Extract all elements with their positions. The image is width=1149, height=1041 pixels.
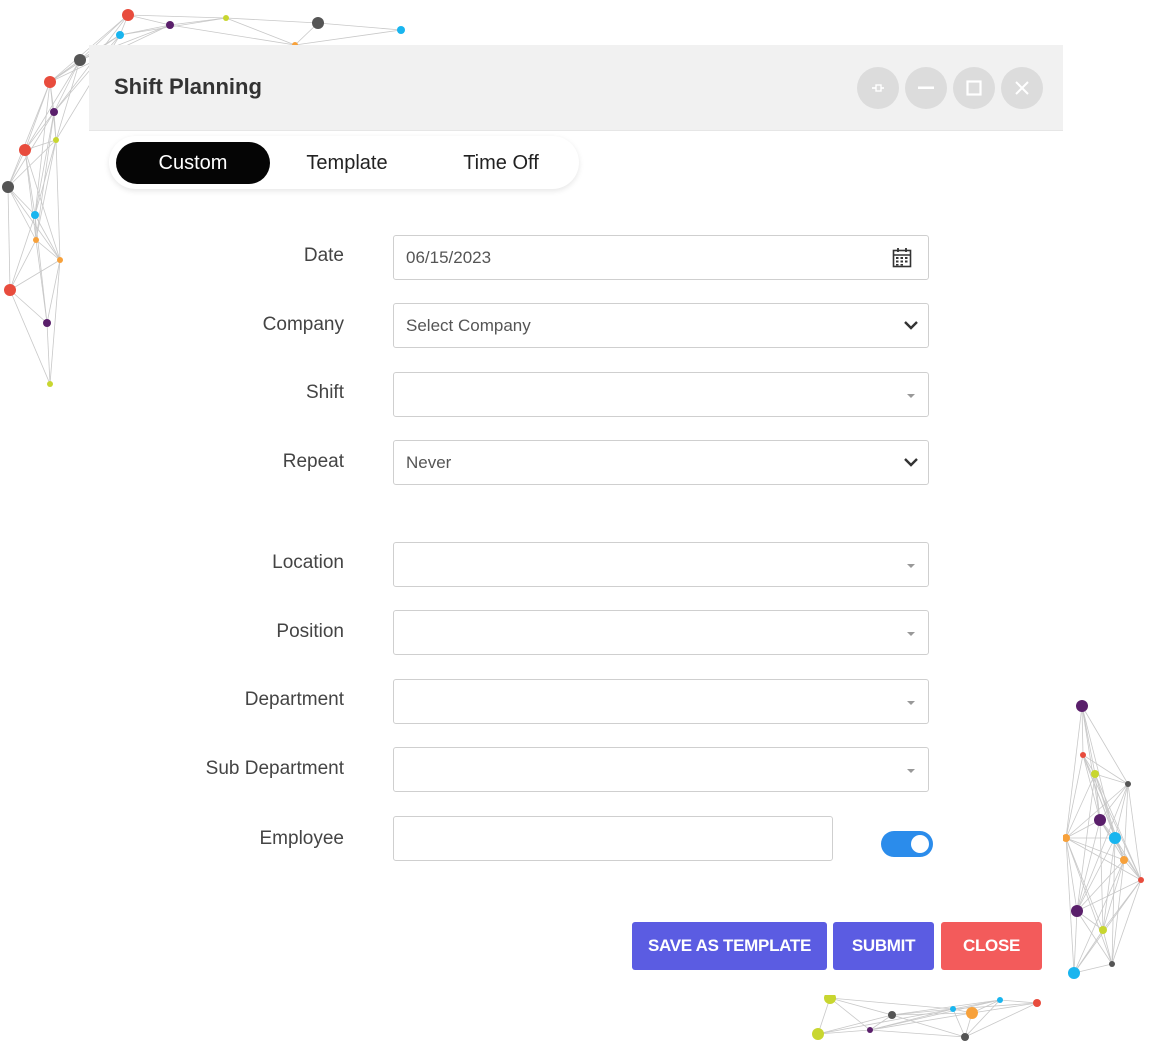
shift-select[interactable] <box>393 372 929 417</box>
minimize-button[interactable] <box>905 67 947 109</box>
sub-department-select[interactable] <box>393 747 929 792</box>
date-input[interactable]: 06/15/2023 <box>393 235 929 280</box>
caret-down-icon <box>907 564 915 568</box>
sub-department-label: Sub Department <box>205 758 344 779</box>
location-label: Location <box>272 552 344 573</box>
shift-label: Shift <box>305 382 344 403</box>
window-titlebar: Shift Planning <box>89 45 1063 131</box>
date-value: 06/15/2023 <box>406 248 492 267</box>
chevron-down-icon <box>904 321 918 330</box>
caret-down-icon <box>907 394 915 398</box>
tab-template[interactable]: Template <box>270 142 424 184</box>
pin-button[interactable] <box>857 67 899 109</box>
save-as-template-button[interactable]: SAVE AS TEMPLATE <box>632 922 827 970</box>
position-label: Position <box>276 621 344 642</box>
submit-button[interactable]: SUBMIT <box>833 922 934 970</box>
close-button[interactable]: CLOSE <box>941 922 1042 970</box>
repeat-select[interactable]: Never <box>393 440 929 485</box>
caret-down-icon <box>907 701 915 705</box>
tab-time-off[interactable]: Time Off <box>424 142 578 184</box>
location-select[interactable] <box>393 542 929 587</box>
company-select[interactable]: Select Company <box>393 303 929 348</box>
repeat-label: Repeat <box>282 451 344 472</box>
employee-input[interactable] <box>393 816 833 861</box>
department-label: Department <box>244 689 344 710</box>
caret-down-icon <box>907 632 915 636</box>
minimize-icon <box>918 86 934 89</box>
chevron-down-icon <box>904 458 918 467</box>
repeat-value: Never <box>406 453 452 472</box>
caret-down-icon <box>907 769 915 773</box>
calendar-icon[interactable] <box>892 247 912 269</box>
maximize-icon <box>966 80 982 96</box>
close-icon <box>1015 81 1029 95</box>
pin-icon <box>872 84 884 92</box>
maximize-button[interactable] <box>953 67 995 109</box>
shift-planning-window: Shift Planning Custom Template Time Off … <box>89 45 1063 995</box>
position-select[interactable] <box>393 610 929 655</box>
employee-label: Employee <box>259 828 345 849</box>
window-title: Shift Planning <box>114 74 262 99</box>
tab-custom[interactable]: Custom <box>116 142 270 184</box>
department-select[interactable] <box>393 679 929 724</box>
mode-tabs: Custom Template Time Off <box>109 136 579 189</box>
company-value: Select Company <box>406 316 531 335</box>
date-label: Date <box>303 245 344 266</box>
close-window-button[interactable] <box>1001 67 1043 109</box>
company-label: Company <box>262 314 344 335</box>
toggle-knob <box>911 835 929 853</box>
employee-toggle[interactable] <box>881 831 933 857</box>
